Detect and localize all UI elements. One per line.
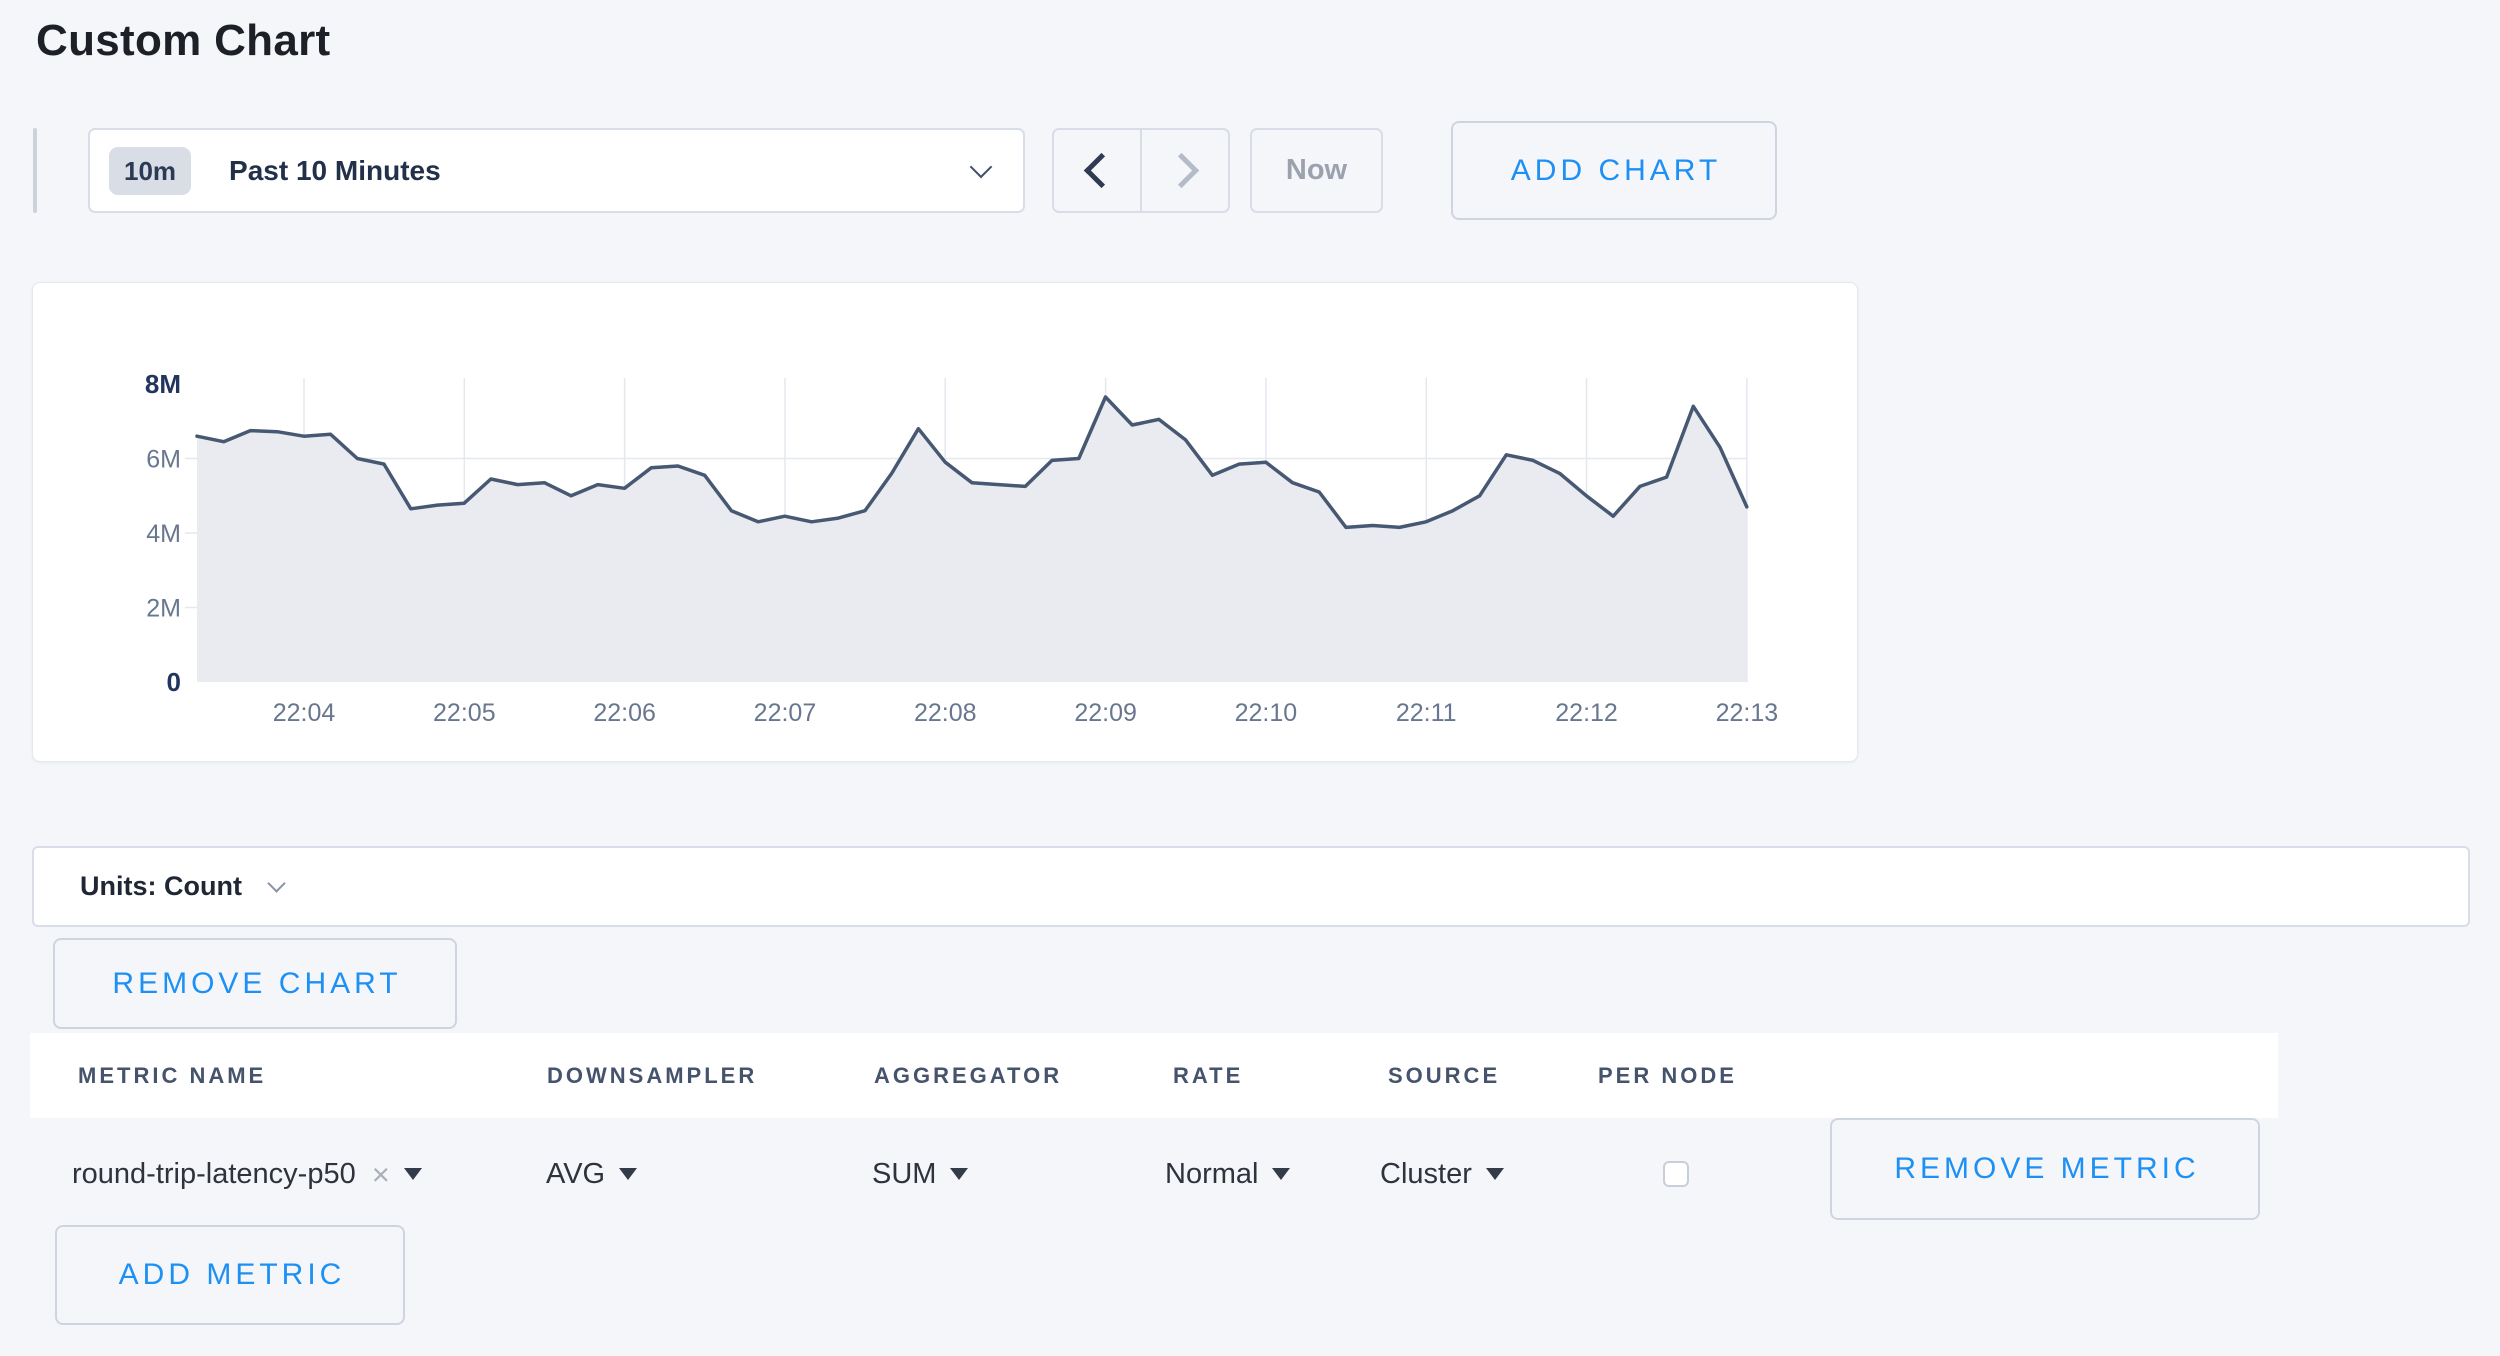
metric-name-dropdown[interactable]: round-trip-latency-p50 × [72,1118,422,1230]
svg-text:22:12: 22:12 [1555,699,1618,727]
downsampler-value: AVG [546,1158,605,1191]
metric-row: round-trip-latency-p50 × AVG SUM Normal … [30,1118,2278,1230]
chevron-right-icon [1163,153,1198,188]
svg-text:22:10: 22:10 [1235,699,1298,727]
chart-card: 8M 6M 4M 2M 0 22:04 22:05 22:06 22:07 22:08 22:09 2… [32,282,1858,762]
chevron-left-icon [1083,153,1118,188]
add-chart-button[interactable]: ADD CHART [1451,121,1777,220]
svg-text:22:08: 22:08 [914,699,977,727]
svg-text:8M: 8M [145,369,181,399]
remove-metric-button[interactable]: REMOVE METRIC [1830,1118,2260,1220]
svg-text:22:13: 22:13 [1716,699,1779,727]
metrics-table-header: METRIC NAME DOWNSAMPLER AGGREGATOR RATE … [30,1033,2278,1118]
add-metric-button[interactable]: ADD METRIC [55,1225,405,1325]
time-range-badge: 10m [109,147,191,195]
chevron-down-icon [267,874,285,892]
clear-metric-icon[interactable]: × [372,1159,390,1190]
header-aggregator: AGGREGATOR [874,1033,1062,1118]
custom-chart-plot[interactable]: 8M 6M 4M 2M 0 22:04 22:05 22:06 22:07 22:08 22:09 2… [33,283,1857,761]
time-range-label: Past 10 Minutes [229,155,441,187]
time-forward-button[interactable] [1140,130,1228,211]
metric-name-value: round-trip-latency-p50 [72,1158,356,1191]
time-range-accent-bar [33,128,37,213]
header-per-node: PER NODE [1598,1033,1737,1118]
aggregator-value: SUM [872,1158,936,1191]
svg-text:2M: 2M [146,595,181,623]
time-nav-group [1052,128,1230,213]
header-source: SOURCE [1388,1033,1500,1118]
time-range-dropdown[interactable]: 10m Past 10 Minutes [88,128,1025,213]
source-value: Cluster [1380,1158,1472,1191]
aggregator-dropdown[interactable]: SUM [872,1118,968,1230]
svg-text:22:07: 22:07 [754,699,817,727]
caret-down-icon [404,1168,422,1180]
source-dropdown[interactable]: Cluster [1380,1118,1504,1230]
caret-down-icon [1272,1168,1290,1180]
page-title: Custom Chart [36,16,331,66]
svg-text:0: 0 [167,667,181,697]
svg-text:22:06: 22:06 [593,699,656,727]
header-rate: RATE [1173,1033,1243,1118]
caret-down-icon [1486,1168,1504,1180]
units-dropdown[interactable]: Units: Count [32,846,2470,927]
rate-dropdown[interactable]: Normal [1165,1118,1290,1230]
svg-text:22:05: 22:05 [433,699,496,727]
caret-down-icon [950,1168,968,1180]
downsampler-dropdown[interactable]: AVG [546,1118,637,1230]
chevron-down-icon [970,155,993,178]
units-label: Units: Count [80,871,242,902]
header-metric-name: METRIC NAME [78,1033,266,1118]
svg-text:22:04: 22:04 [273,699,336,727]
per-node-checkbox[interactable] [1663,1161,1689,1187]
svg-text:6M: 6M [146,446,181,474]
caret-down-icon [619,1168,637,1180]
rate-value: Normal [1165,1158,1258,1191]
svg-text:22:09: 22:09 [1074,699,1137,727]
now-button[interactable]: Now [1250,128,1383,213]
svg-text:22:11: 22:11 [1396,699,1457,727]
svg-text:4M: 4M [146,520,181,548]
remove-chart-button[interactable]: REMOVE CHART [53,938,457,1029]
header-downsampler: DOWNSAMPLER [547,1033,757,1118]
time-back-button[interactable] [1054,130,1140,211]
